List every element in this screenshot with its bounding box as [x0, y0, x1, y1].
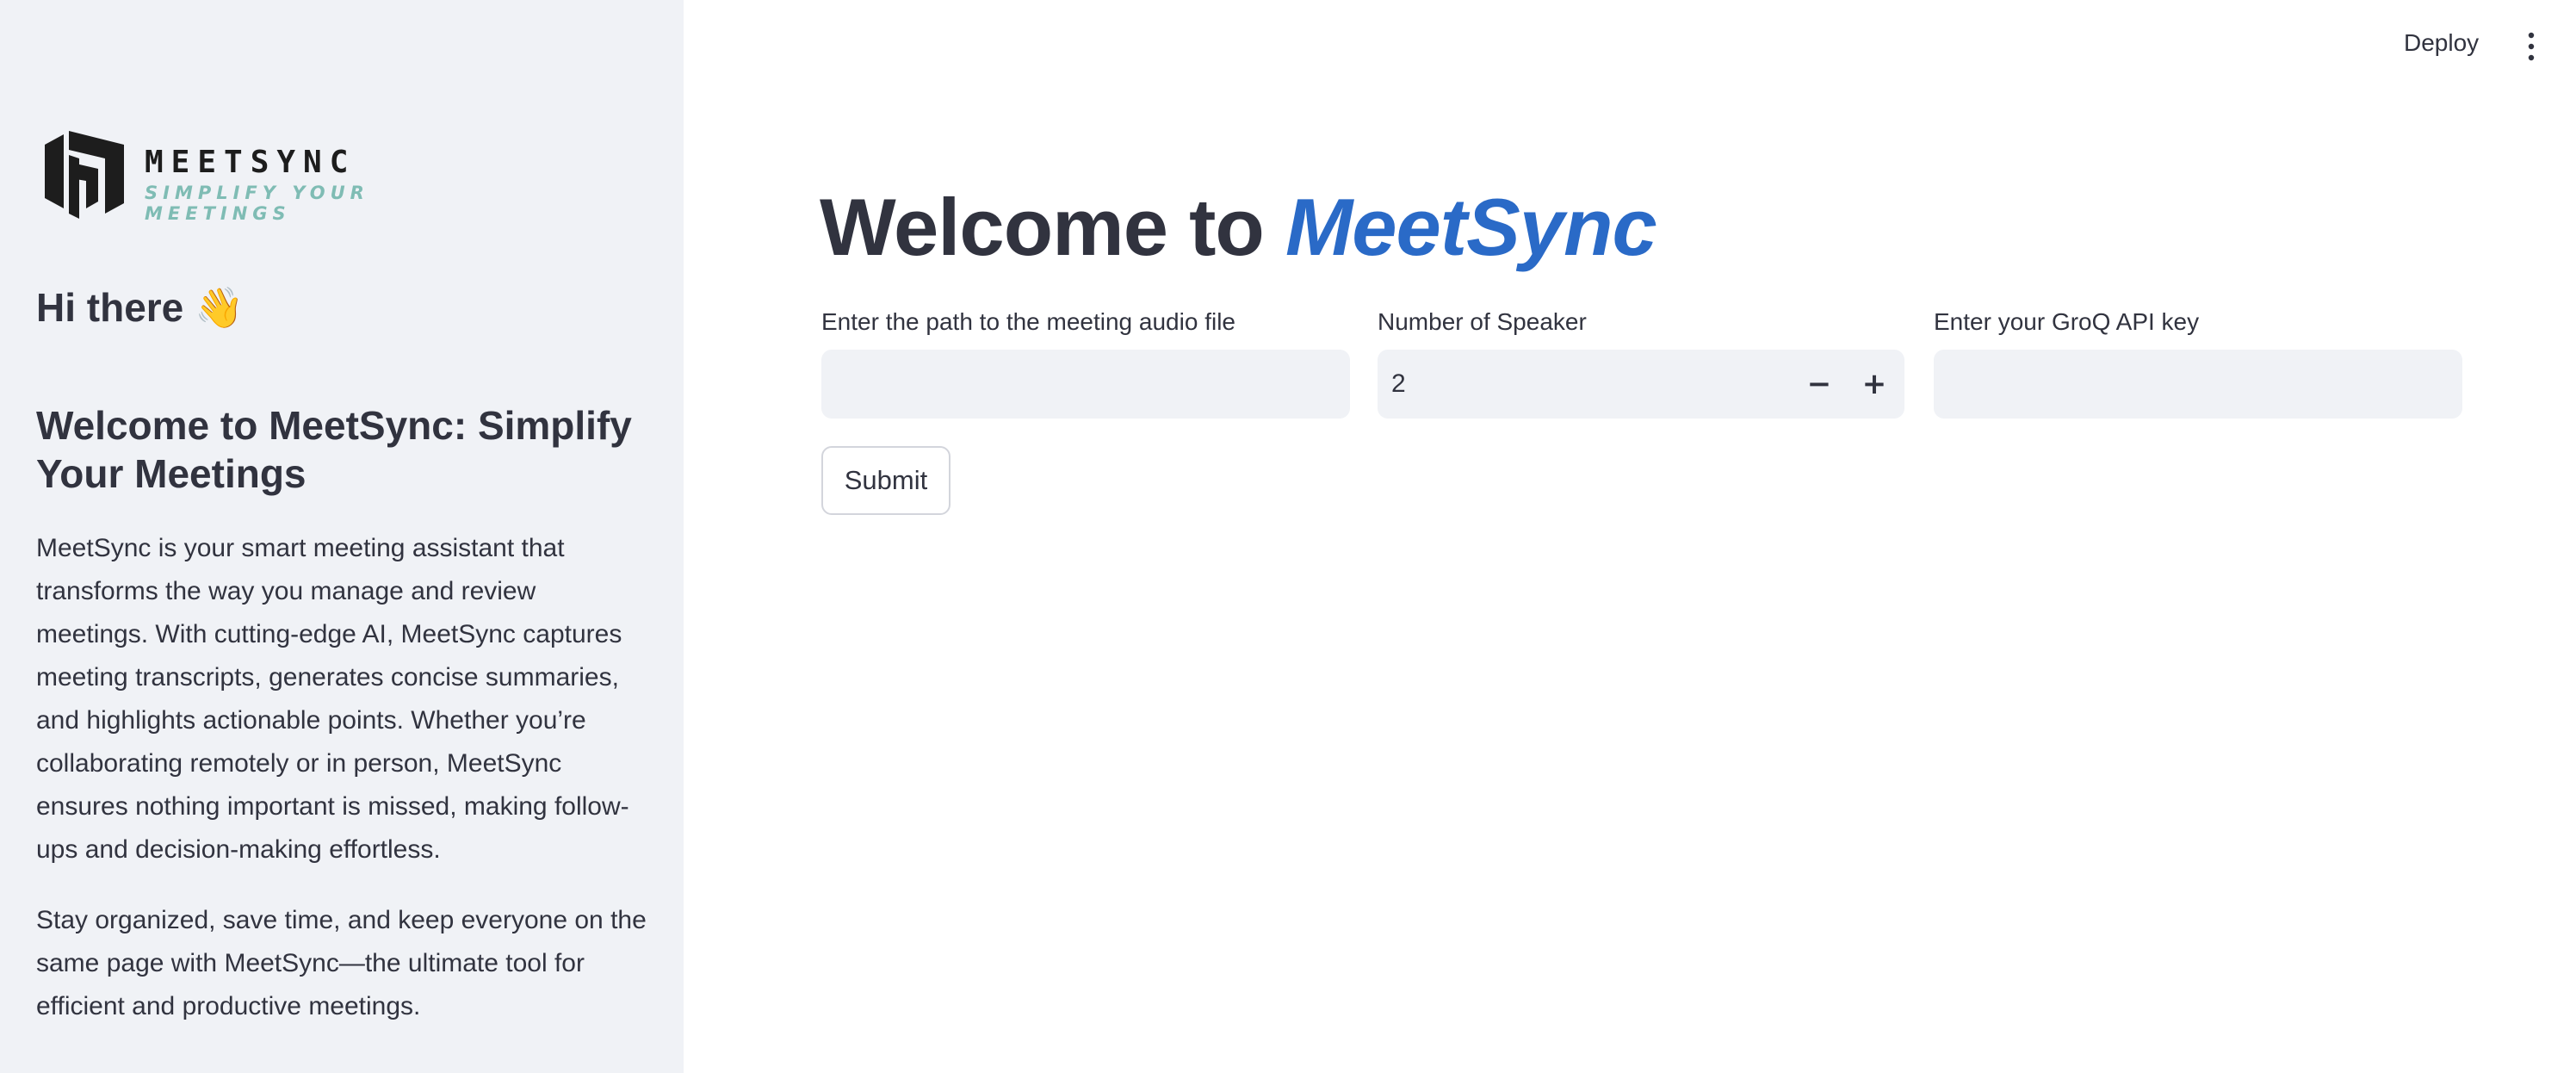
app-root: MEETSYNC SIMPLIFY YOUR MEETINGS Hi there… — [0, 0, 2576, 1073]
speaker-count-input[interactable] — [1378, 350, 1782, 419]
meetsync-logo-icon — [45, 131, 124, 219]
meetsync-logo: MEETSYNC SIMPLIFY YOUR MEETINGS — [45, 129, 492, 224]
logo-tagline: SIMPLIFY YOUR MEETINGS — [145, 183, 369, 224]
page-title-brand: MeetSync — [1285, 182, 1657, 272]
speaker-count-label: Number of Speaker — [1378, 308, 1587, 335]
sidebar-description: MeetSync is your smart meeting assistant… — [36, 534, 629, 864]
audio-path-label: Enter the path to the meeting audio file — [821, 308, 1235, 335]
submit-button[interactable]: Submit — [821, 446, 951, 515]
sidebar-heading: Welcome to MeetSync: Simplify Your Meeti… — [36, 403, 632, 496]
deploy-button[interactable]: Deploy — [2397, 26, 2486, 60]
sidebar-description-secondary: Stay organized, save time, and keep ever… — [36, 906, 647, 1020]
speaker-count-stepper: − + — [1378, 350, 1904, 419]
increment-button[interactable]: + — [1848, 350, 1901, 419]
logo-name: MEETSYNC — [145, 145, 356, 180]
audio-path-input[interactable] — [821, 350, 1350, 419]
page-title-prefix: Welcome to — [820, 182, 1285, 272]
page-title: Welcome to MeetSync — [820, 181, 1657, 274]
vertical-ellipsis-icon[interactable] — [2523, 31, 2540, 62]
api-key-label: Enter your GroQ API key — [1934, 308, 2200, 335]
decrement-button[interactable]: − — [1793, 350, 1846, 419]
sidebar-greeting: Hi there 👋 — [36, 285, 245, 330]
sidebar: MEETSYNC SIMPLIFY YOUR MEETINGS Hi there… — [0, 0, 684, 1073]
api-key-input[interactable] — [1934, 350, 2462, 419]
